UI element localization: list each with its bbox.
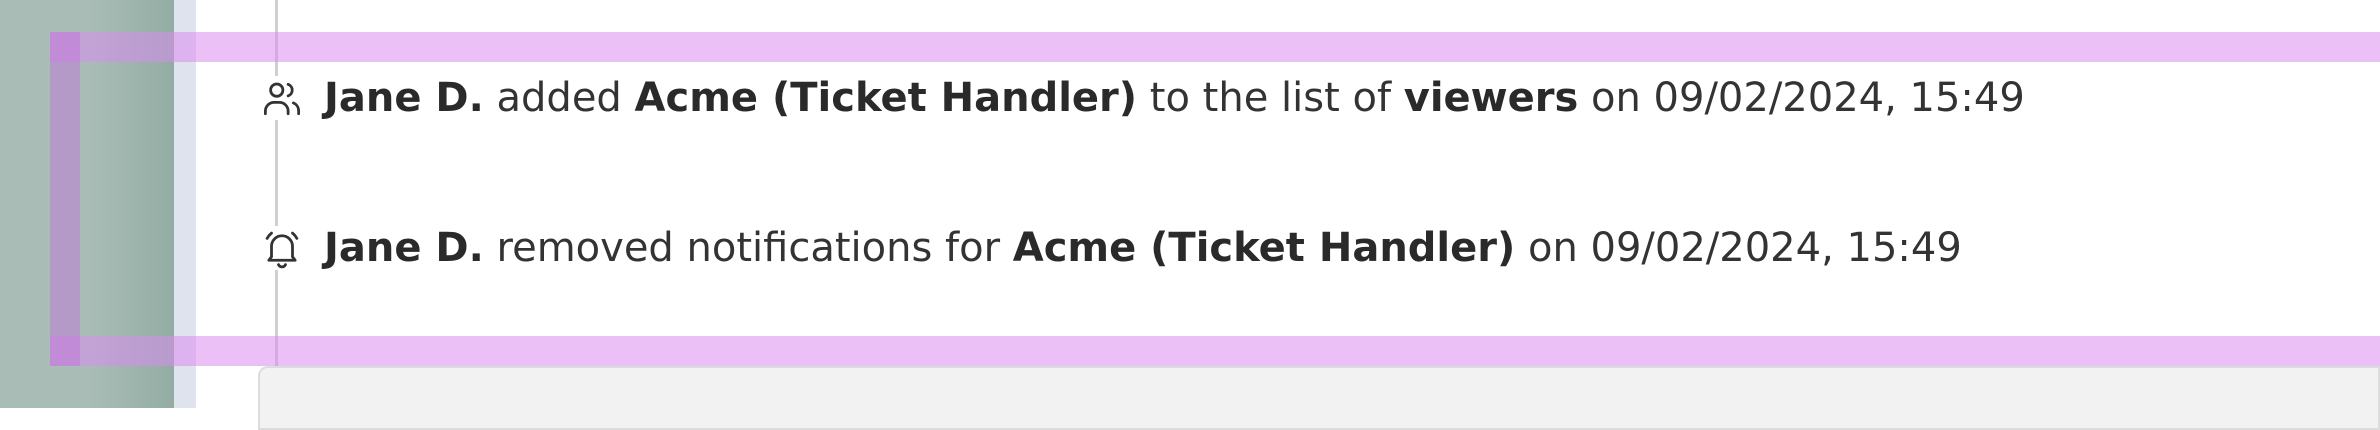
selection-highlight-bottom: [50, 336, 2380, 366]
users-icon: [260, 76, 304, 120]
entry-timestamp: on 09/02/2024, 15:49: [1515, 225, 1962, 271]
entry-target: Acme (Ticket Handler): [634, 75, 1138, 121]
selection-highlight-left: [50, 32, 80, 366]
entry-actor: Jane D.: [324, 75, 484, 121]
entry-actor: Jane D.: [324, 225, 484, 271]
entry-timestamp: on 09/02/2024, 15:49: [1578, 75, 2025, 121]
entry-text: added: [483, 75, 635, 121]
timeline-entry-notifications-removed: Jane D. removed notifications for Acme (…: [260, 218, 1962, 278]
entry-role: viewers: [1403, 75, 1579, 121]
entry-text: to the list of: [1137, 75, 1404, 121]
entry-text: removed notifications for: [483, 225, 1013, 271]
comment-input-area[interactable]: [258, 366, 2380, 430]
selection-highlight-top: [50, 32, 2380, 62]
timeline-entry-viewers-added: Jane D. added Acme (Ticket Handler) to t…: [260, 68, 2025, 128]
entry-target: Acme (Ticket Handler): [1012, 225, 1516, 271]
bell-off-icon: [260, 226, 304, 270]
